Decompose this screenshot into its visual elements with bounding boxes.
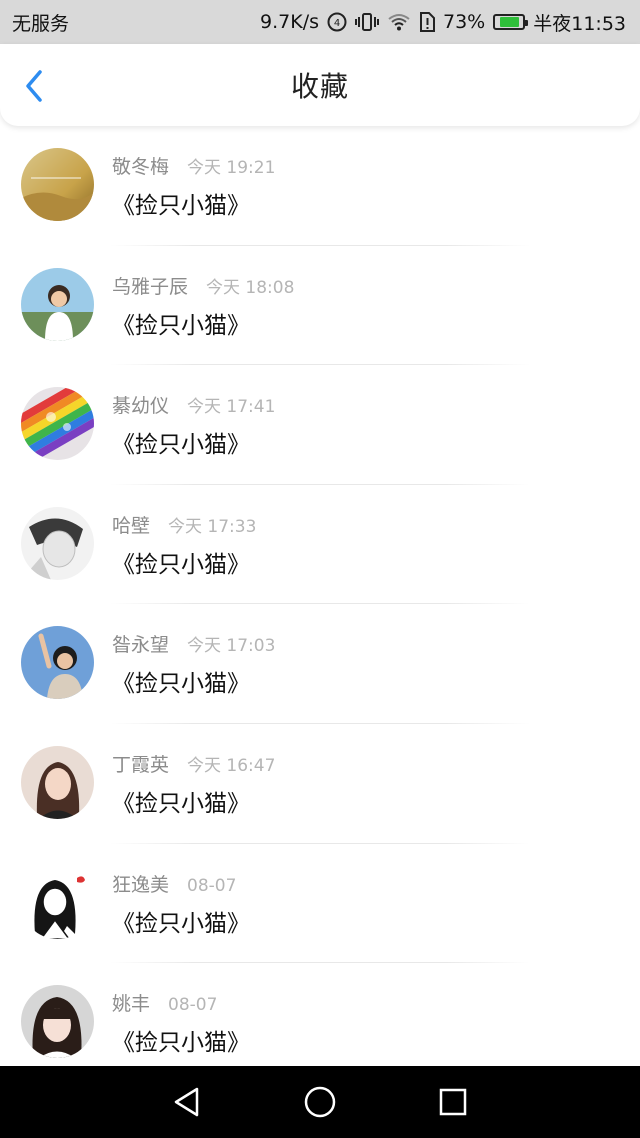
user-name: 狂逸美 (112, 873, 170, 896)
item-title: 《捡只小猫》 (112, 312, 250, 339)
item-time: 08-07 (168, 995, 218, 1016)
vibrate-icon (355, 12, 379, 32)
avatar (21, 148, 94, 221)
item-meta: 昝永望 今天 17:03 (112, 630, 275, 657)
user-name: 姚丰 (112, 993, 151, 1016)
item-meta: 哈壁 今天 17:33 (112, 511, 256, 538)
item-title: 《捡只小猫》 (112, 1030, 250, 1057)
item-title: 《捡只小猫》 (112, 910, 250, 937)
list-item[interactable]: 昝永望 今天 17:03 《捡只小猫》 (0, 604, 640, 724)
chevron-left-icon (26, 70, 42, 102)
item-meta: 敬冬梅 今天 19:21 (112, 152, 275, 179)
avatar (21, 865, 94, 939)
network-speed: 9.7K/s (260, 11, 319, 33)
user-name: 綦幼仪 (112, 395, 170, 418)
item-meta: 綦幼仪 今天 17:41 (112, 391, 275, 418)
clock: 半夜11:53 (533, 12, 626, 35)
user-name: 昝永望 (112, 634, 170, 657)
item-meta: 乌雅子辰 今天 18:08 (112, 272, 294, 299)
page-title: 收藏 (290, 70, 349, 103)
back-triangle-icon (174, 1087, 198, 1117)
wifi-icon (387, 13, 411, 31)
item-time: 08-07 (187, 875, 237, 896)
home-circle-icon (304, 1086, 336, 1118)
item-title: 《捡只小猫》 (112, 790, 250, 817)
list-item[interactable]: 敬冬梅 今天 19:21 《捡只小猫》 (0, 126, 640, 246)
avatar (21, 506, 94, 580)
avatar (21, 626, 94, 700)
avatar (21, 267, 94, 341)
item-meta: 狂逸美 08-07 (112, 870, 236, 897)
item-time: 今天 19:21 (187, 158, 276, 178)
status-bar: 无服务 9.7K/s 4 73% 半夜11:53 (0, 0, 640, 44)
back-button[interactable] (16, 68, 52, 104)
list-item[interactable]: 狂逸美 08-07 《捡只小猫》 (0, 844, 640, 964)
list-item[interactable]: 哈壁 今天 17:33 《捡只小猫》 (0, 485, 640, 605)
list-item[interactable]: 乌雅子辰 今天 18:08 《捡只小猫》 (0, 246, 640, 366)
status-right: 9.7K/s 4 73% 半夜11:53 (260, 9, 626, 36)
list-item[interactable]: 丁霞英 今天 16:47 《捡只小猫》 (0, 724, 640, 844)
battery-percent: 73% (443, 11, 486, 33)
item-title: 《捡只小猫》 (112, 671, 250, 698)
user-name: 哈壁 (112, 514, 151, 537)
item-time: 今天 17:33 (168, 516, 257, 537)
user-name: 乌雅子辰 (112, 275, 189, 298)
avatar (21, 387, 94, 461)
item-time: 今天 18:08 (206, 277, 295, 298)
hd-icon: 4 (327, 12, 347, 32)
avatar (21, 985, 94, 1059)
nav-recents-button[interactable] (431, 1080, 475, 1124)
item-title: 《捡只小猫》 (112, 551, 250, 578)
item-time: 今天 17:41 (187, 397, 276, 418)
avatar (21, 745, 94, 819)
battery-icon (493, 14, 529, 30)
nav-home-button[interactable] (298, 1080, 342, 1124)
user-name: 敬冬梅 (112, 156, 170, 178)
item-title: 《捡只小猫》 (112, 193, 250, 219)
system-nav-bar (0, 1066, 640, 1138)
item-time: 今天 16:47 (187, 755, 276, 776)
list-item[interactable]: 綦幼仪 今天 17:41 《捡只小猫》 (0, 365, 640, 485)
sim-alert-icon (419, 12, 435, 32)
recents-square-icon (440, 1088, 467, 1116)
battery-fill (499, 17, 519, 27)
list-item[interactable]: 姚丰 08-07 《捡只小猫》 (0, 963, 640, 1083)
item-meta: 姚丰 08-07 (112, 989, 217, 1016)
nav-back-button[interactable] (165, 1080, 209, 1124)
svg-text:4: 4 (334, 18, 340, 29)
item-meta: 丁霞英 今天 16:47 (112, 750, 275, 777)
carrier-label: 无服务 (12, 12, 70, 35)
favorites-list: 敬冬梅 今天 19:21 《捡只小猫》 乌雅子辰 今天 18:08 《捡只小猫》… (0, 126, 640, 1083)
item-title: 《捡只小猫》 (112, 432, 250, 459)
item-time: 今天 17:03 (187, 636, 276, 657)
app-header: 收藏 (0, 44, 640, 126)
user-name: 丁霞英 (112, 753, 170, 776)
